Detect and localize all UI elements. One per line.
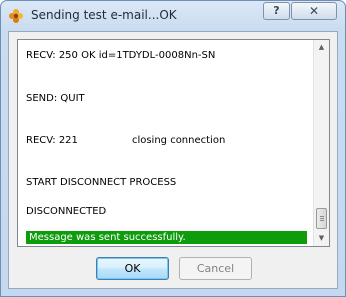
success-message: Message was sent successfully. xyxy=(29,232,186,243)
log-line: RECV: 221 closing connection xyxy=(26,135,226,146)
scroll-up-arrow-icon[interactable]: ▲ xyxy=(314,40,329,55)
success-banner: Message was sent successfully. xyxy=(26,231,307,244)
dialog-window: Sending test e-mail...OK ? ✕ RECV: 250 O… xyxy=(0,0,346,297)
title-bar: Sending test e-mail...OK ? ✕ xyxy=(1,1,345,31)
vertical-scrollbar[interactable]: ▲ ▼ xyxy=(313,40,329,246)
help-button[interactable]: ? xyxy=(263,2,290,20)
grip-line xyxy=(320,220,324,221)
scroll-down-arrow-icon[interactable]: ▼ xyxy=(314,231,329,246)
log-line: DISCONNECTED xyxy=(26,206,107,217)
dialog-body: RECV: 250 OK id=1TDYDL-0008Nn-SN SEND: Q… xyxy=(8,31,338,289)
close-button[interactable]: ✕ xyxy=(291,2,337,20)
log-line: RECV: 250 OK id=1TDYDL-0008Nn-SN xyxy=(26,50,216,61)
scroll-thumb[interactable] xyxy=(316,208,327,229)
grip-line xyxy=(320,218,324,219)
grip-line xyxy=(320,216,324,217)
ok-button[interactable]: OK xyxy=(96,257,169,280)
cancel-button: Cancel xyxy=(179,257,252,280)
flower-icon xyxy=(9,9,23,23)
log-output[interactable]: RECV: 250 OK id=1TDYDL-0008Nn-SN SEND: Q… xyxy=(17,39,330,247)
log-line: START DISCONNECT PROCESS xyxy=(26,177,177,188)
log-line: SEND: QUIT xyxy=(26,93,85,104)
window-title: Sending test e-mail...OK xyxy=(31,8,177,22)
